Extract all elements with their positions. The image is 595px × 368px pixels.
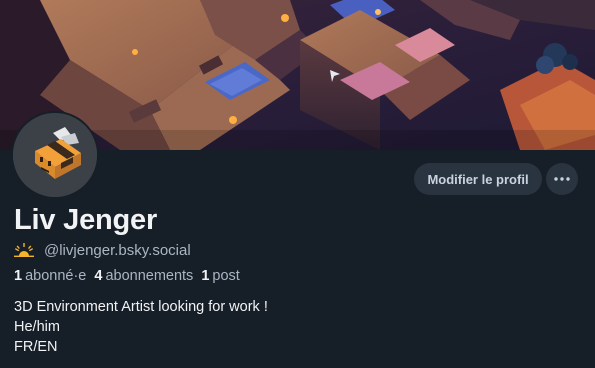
user-handle[interactable]: @livjenger.bsky.social (44, 242, 191, 259)
sunrise-emoji-icon (14, 243, 34, 257)
edit-profile-label: Modifier le profil (427, 171, 529, 187)
following-link[interactable]: 4 abonnements (94, 268, 193, 284)
posts-stat: 1 post (201, 268, 240, 284)
bio-line: 3D Environment Artist looking for work ! (14, 299, 268, 315)
bio-line: FR/EN (14, 339, 58, 355)
display-name: Liv Jenger (14, 204, 158, 236)
avatar[interactable] (11, 111, 99, 199)
ellipsis-icon (554, 177, 570, 181)
posts-label: post (212, 268, 240, 284)
followers-link[interactable]: 1 abonné·e (14, 268, 86, 284)
posts-count: 1 (201, 268, 210, 284)
more-options-button[interactable] (546, 163, 578, 195)
profile-bio: 3D Environment Artist looking for work !… (14, 297, 268, 357)
following-count: 4 (94, 268, 103, 284)
followers-count: 1 (14, 268, 23, 284)
following-label: abonnements (105, 268, 194, 284)
handle-row: @livjenger.bsky.social (14, 240, 191, 260)
edit-profile-button[interactable]: Modifier le profil (414, 163, 542, 195)
avatar-image (13, 113, 97, 197)
bio-line: He/him (14, 319, 60, 335)
profile-stats: 1 abonné·e 4 abonnements 1 post (14, 268, 248, 284)
profile-page: Modifier le profil Liv Jenger @livjenger… (0, 0, 595, 368)
bee-avatar-icon (13, 113, 97, 197)
followers-label: abonné·e (25, 268, 87, 284)
